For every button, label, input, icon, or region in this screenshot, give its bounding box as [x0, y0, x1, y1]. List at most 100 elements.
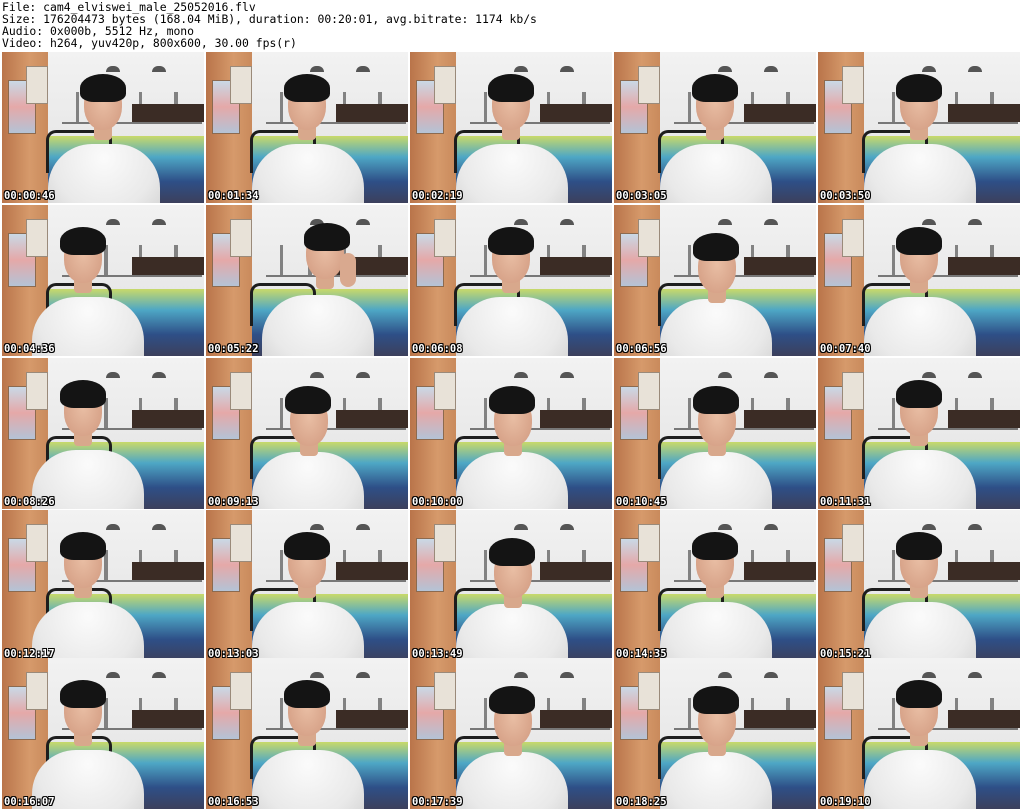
- shelf: [336, 104, 408, 122]
- umbrella-decal: [718, 219, 732, 225]
- hair: [896, 380, 942, 408]
- thumbnail-frame: 00:07:40: [818, 205, 1020, 356]
- white-shirt: [660, 299, 772, 356]
- hair: [488, 74, 534, 102]
- thumbnail-frame: 00:18:25: [614, 658, 816, 809]
- umbrella-decal: [514, 66, 528, 72]
- wall-poster: [230, 66, 252, 104]
- umbrella-decal: [152, 66, 166, 72]
- wall-poster: [230, 372, 252, 410]
- umbrella-decal: [968, 524, 982, 530]
- umbrella-decal: [560, 524, 574, 530]
- thumbnail-frame: 00:12:17: [2, 510, 204, 661]
- umbrella-decal: [968, 66, 982, 72]
- umbrella-decal: [560, 372, 574, 378]
- umbrella-decal: [106, 219, 120, 225]
- wall-poster: [842, 524, 864, 562]
- wall-poster: [638, 672, 660, 710]
- white-shirt: [660, 452, 772, 509]
- umbrella-decal: [106, 372, 120, 378]
- timestamp-label: 00:01:34: [208, 190, 259, 202]
- shelf: [132, 562, 204, 580]
- hair: [693, 233, 739, 261]
- umbrella-decal: [514, 524, 528, 530]
- hand: [340, 253, 356, 287]
- thumbnail-frame: 00:19:10: [818, 658, 1020, 809]
- wall-poster: [434, 372, 456, 410]
- hair: [60, 680, 106, 708]
- timestamp-label: 00:04:36: [4, 343, 55, 355]
- umbrella-decal: [922, 372, 936, 378]
- umbrella-decal: [560, 672, 574, 678]
- shelf: [336, 562, 408, 580]
- wall-poster: [26, 372, 48, 410]
- umbrella-decal: [560, 219, 574, 225]
- wall-poster: [434, 66, 456, 104]
- timestamp-label: 00:03:05: [616, 190, 667, 202]
- shelf: [948, 104, 1020, 122]
- timestamp-label: 00:07:40: [820, 343, 871, 355]
- shelf: [948, 410, 1020, 428]
- umbrella-decal: [718, 524, 732, 530]
- wall-poster: [638, 372, 660, 410]
- umbrella-decal: [106, 524, 120, 530]
- wall-poster: [638, 219, 660, 257]
- thumbnail-frame: 00:15:21: [818, 510, 1020, 661]
- shelf: [132, 257, 204, 275]
- white-shirt: [456, 297, 568, 356]
- umbrella-decal: [718, 672, 732, 678]
- shelf: [540, 257, 612, 275]
- thumbnail-frame: 00:16:53: [206, 658, 408, 809]
- wall-poster: [26, 66, 48, 104]
- umbrella-decal: [968, 672, 982, 678]
- shelf: [744, 104, 816, 122]
- wall-poster: [230, 524, 252, 562]
- hair: [489, 538, 535, 566]
- shelf: [336, 410, 408, 428]
- thumbnail-grid: 00:00:46 00:01:34 00:02:19 00:03:05 00:03:50…: [0, 0, 1024, 811]
- thumbnail-frame: 00:17:39: [410, 658, 612, 809]
- wall-poster: [638, 524, 660, 562]
- umbrella-decal: [310, 672, 324, 678]
- thumbnail-frame: 00:03:05: [614, 52, 816, 203]
- timestamp-label: 00:11:31: [820, 496, 871, 508]
- wall-poster: [434, 219, 456, 257]
- white-shirt: [660, 602, 772, 661]
- thumbnail-frame: 00:04:36: [2, 205, 204, 356]
- umbrella-decal: [764, 672, 778, 678]
- timestamp-label: 00:17:39: [412, 796, 463, 808]
- thumbnail-frame: 00:16:07: [2, 658, 204, 809]
- thumbnail-frame: 00:00:46: [2, 52, 204, 203]
- white-shirt: [864, 750, 976, 809]
- white-shirt: [252, 750, 364, 809]
- wall-poster: [434, 524, 456, 562]
- umbrella-decal: [356, 66, 370, 72]
- hair: [489, 686, 535, 714]
- wall-poster: [842, 372, 864, 410]
- umbrella-decal: [356, 219, 370, 225]
- shelf: [132, 710, 204, 728]
- thumbnail-frame: 00:14:35: [614, 510, 816, 661]
- umbrella-decal: [356, 372, 370, 378]
- hair: [896, 680, 942, 708]
- umbrella-decal: [718, 372, 732, 378]
- shelf: [744, 562, 816, 580]
- wall-poster: [26, 672, 48, 710]
- hair: [896, 532, 942, 560]
- wall-poster: [26, 219, 48, 257]
- umbrella-decal: [922, 672, 936, 678]
- hair: [284, 680, 330, 708]
- hair: [692, 74, 738, 102]
- shelf: [540, 104, 612, 122]
- wall-poster: [842, 66, 864, 104]
- umbrella-decal: [152, 672, 166, 678]
- umbrella-decal: [764, 372, 778, 378]
- shelf: [948, 562, 1020, 580]
- hair: [489, 386, 535, 414]
- thumbnail-frame: 00:06:56: [614, 205, 816, 356]
- shelf: [948, 710, 1020, 728]
- thumbnail-frame: 00:09:13: [206, 358, 408, 509]
- timestamp-label: 00:19:10: [820, 796, 871, 808]
- thumbnail-frame: 00:08:26: [2, 358, 204, 509]
- white-shirt: [262, 295, 374, 356]
